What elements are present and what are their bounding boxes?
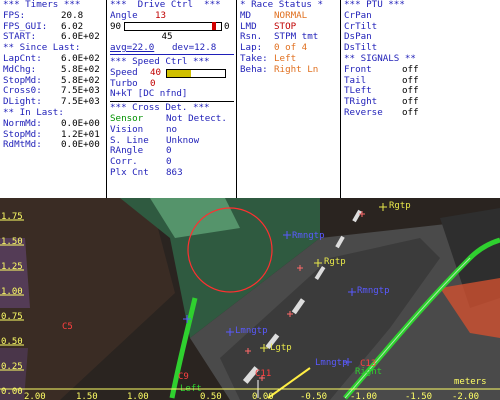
cross-label: Plx Cnt <box>110 166 149 178</box>
label-c5: C5 <box>62 322 73 332</box>
speed-bar-fill <box>167 69 192 77</box>
drive-column: *** Drive Ctrl *** Angle13 90 0 45 avg=2… <box>110 0 234 198</box>
ptu-item: CrPan <box>344 9 372 21</box>
label-rgtp-far: Rgtp <box>389 201 411 211</box>
x-tick-label: -2.00 <box>452 392 479 400</box>
left-wall-reflection <box>0 238 30 308</box>
column-divider <box>236 0 237 198</box>
x-tick-label: 1.50 <box>76 392 98 400</box>
angle-dev: dev=12.8 <box>172 42 217 54</box>
x-tick-label: -0.50 <box>300 392 327 400</box>
angle-range-max: 0 <box>224 20 230 32</box>
since-value: 7.5E+03 <box>61 96 100 108</box>
speed-label: Speed <box>110 66 138 78</box>
inlast-label: NormMd: <box>3 117 42 129</box>
label-right: Right <box>355 367 382 377</box>
label-c9: C9 <box>178 372 189 382</box>
column-divider <box>340 0 341 198</box>
y-tick-label: 0.25 <box>1 362 23 372</box>
cross-value: 863 <box>166 166 183 178</box>
camera-view: Rgtp Rmngtp Rgtp Rmngtp Lmngtp Lgtp Lmng… <box>0 198 500 400</box>
label-lgtp: Lgtp <box>270 343 292 353</box>
label-c11: C11 <box>255 369 271 379</box>
x-tick-label: 2.00 <box>24 392 46 400</box>
label-rgtp: Rgtp <box>324 257 346 267</box>
ptu-column: *** PTU *** CrPan CrTilt DsPan DsTilt **… <box>344 0 498 198</box>
fps-value: 20.8 <box>61 9 84 21</box>
y-tick-label: 0.75 <box>1 312 23 322</box>
race-behavior-value: Right Ln <box>274 63 319 75</box>
signal-value: off <box>402 63 419 75</box>
camera-overlay: Rgtp Rmngtp Rgtp Rmngtp Lmngtp Lgtp Lmng… <box>0 198 500 400</box>
inlast-value: 0.0E+00 <box>61 117 100 129</box>
angle-value: 13 <box>155 9 167 21</box>
since-value: 5.8E+02 <box>61 63 100 75</box>
angle-bar <box>124 22 222 32</box>
timers-column: *** Timers *** FPS: 20.8 FPS_GUI: 6.02 STA… <box>3 0 103 198</box>
fps-label: FPS: <box>3 9 26 21</box>
x-axis-unit: meters <box>454 377 487 387</box>
x-tick-label: -1.00 <box>350 392 377 400</box>
signal-label: Reverse <box>344 106 383 118</box>
y-tick-label: 0.50 <box>1 337 23 347</box>
race-mode-value: NORMAL <box>274 9 308 21</box>
y-tick-label: 1.75 <box>1 212 23 222</box>
race-status-column: * Race Status * MD NORMAL LMD STOP Rsn. STP… <box>240 0 338 198</box>
label-rmngtp: Rmngtp <box>292 231 325 241</box>
telemetry-panel: *** Timers *** FPS: 20.8 FPS_GUI: 6.02 STA… <box>0 0 500 198</box>
signal-value: off <box>402 106 419 118</box>
label-lmngtp: Lmngtp <box>235 326 268 336</box>
x-tick-label: 0.00 <box>252 392 274 400</box>
race-label: Beha: <box>240 63 268 75</box>
label-lmngtp-2: Lmngtp <box>315 358 348 368</box>
angle-label: Angle <box>110 9 138 21</box>
since-label: MdChg: <box>3 63 37 75</box>
angle-marker <box>212 22 217 31</box>
column-divider <box>106 0 107 198</box>
x-tick-label: 0.50 <box>200 392 222 400</box>
inlast-value: 0.0E+00 <box>61 139 100 151</box>
cross-label: Vision <box>110 123 144 135</box>
y-tick-label: 1.50 <box>1 237 23 247</box>
speed-bar <box>166 68 226 78</box>
speed-value: 40 <box>150 66 162 78</box>
x-tick-label: 1.00 <box>127 392 149 400</box>
cross-value: no <box>166 123 178 135</box>
x-tick-label: -1.50 <box>405 392 432 400</box>
label-rmngtp-2: Rmngtp <box>357 286 390 296</box>
signal-label: Front <box>344 63 372 75</box>
angle-range-min: 90 <box>110 20 122 32</box>
inlast-label: RdMtMd: <box>3 139 42 151</box>
y-tick-label: 1.25 <box>1 262 23 272</box>
race-label: MD <box>240 9 252 21</box>
y-tick-label: 1.00 <box>1 287 23 297</box>
